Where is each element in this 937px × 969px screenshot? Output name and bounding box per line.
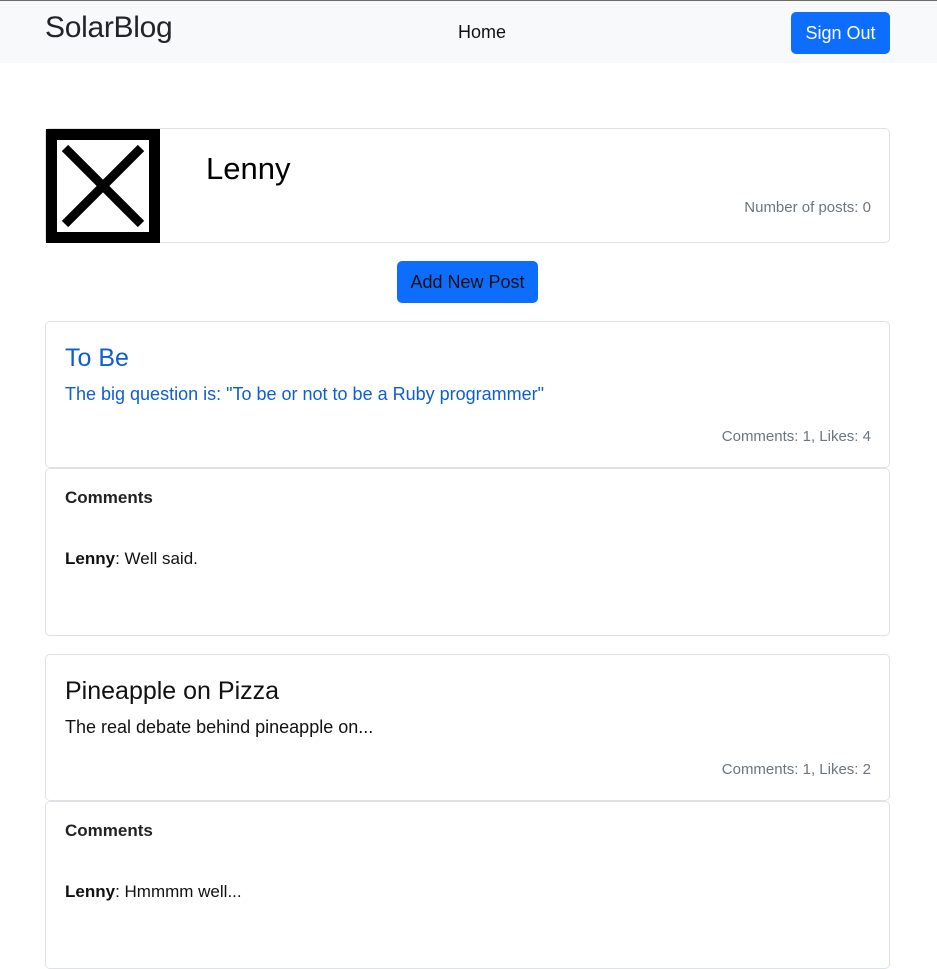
add-new-post-button[interactable]: Add New Post [397, 261, 538, 303]
brand-logo[interactable]: SolarBlog [45, 11, 173, 45]
sign-out-button[interactable]: Sign Out [791, 12, 890, 54]
post-card[interactable]: To Be The big question is: "To be or not… [45, 321, 890, 468]
post-body[interactable]: The real debate behind pineapple on... [65, 717, 373, 738]
user-name: Lenny [206, 151, 291, 186]
comment-author: Lenny [65, 549, 116, 568]
comment-text: : Hmmmm well... [115, 882, 242, 901]
post-stats: Comments: 1, Likes: 2 [721, 761, 871, 778]
user-card: Lenny Number of posts: 0 [45, 128, 890, 243]
broken-image-icon [46, 129, 160, 243]
posts-count: Number of posts: 0 [744, 199, 871, 216]
navbar: SolarBlog Home Sign Out [0, 0, 937, 63]
comments-heading: Comments [65, 488, 153, 507]
comments-card: Comments Lenny: Well said. [45, 468, 890, 636]
post-title[interactable]: Pineapple on Pizza [65, 677, 279, 706]
post-body[interactable]: The big question is: "To be or not to be… [65, 384, 544, 405]
comment-item: Lenny: Well said. [65, 549, 198, 569]
comment-text: : Well said. [115, 549, 198, 568]
nav-home-link[interactable]: Home [458, 22, 506, 43]
comment-author: Lenny [65, 882, 116, 901]
post-card[interactable]: Pineapple on Pizza The real debate behin… [45, 654, 890, 801]
comments-heading: Comments [65, 821, 153, 840]
comment-item: Lenny: Hmmmm well... [65, 882, 242, 902]
comments-card: Comments Lenny: Hmmmm well... [45, 801, 890, 969]
post-stats: Comments: 1, Likes: 4 [721, 428, 871, 445]
post-title[interactable]: To Be [65, 344, 129, 373]
